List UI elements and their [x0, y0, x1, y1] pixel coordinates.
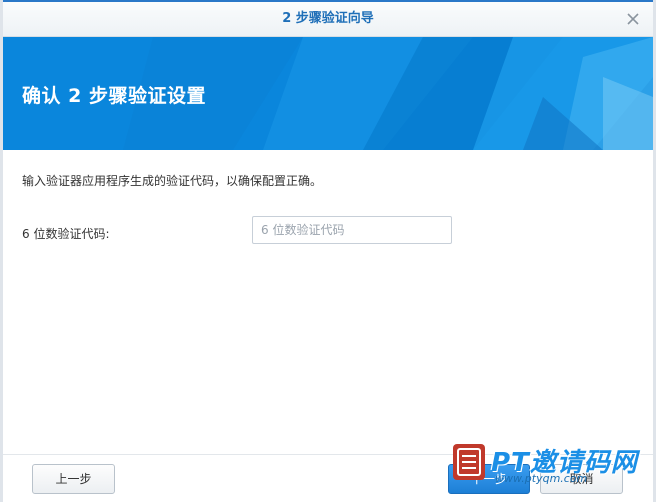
wizard-dialog: 2 步骤验证向导 确认 2 步骤验证设置 输入验证器应用程序生成的验证代码，以确… — [3, 2, 653, 500]
code-field-label: 6 位数验证代码: — [22, 227, 110, 241]
close-button[interactable] — [623, 9, 643, 29]
instruction-text: 输入验证器应用程序生成的验证代码，以确保配置正确。 — [22, 174, 323, 188]
close-icon — [627, 13, 639, 25]
next-button[interactable]: 下一步 — [448, 464, 530, 494]
cancel-button[interactable]: 取消 — [540, 464, 623, 494]
footer-divider — [3, 454, 653, 455]
dialog-titlebar: 2 步骤验证向导 — [3, 2, 653, 37]
banner-title: 确认 2 步骤验证设置 — [22, 85, 206, 107]
dialog-title: 2 步骤验证向导 — [282, 11, 374, 26]
previous-button[interactable]: 上一步 — [32, 464, 115, 494]
header-banner: 确认 2 步骤验证设置 — [3, 37, 653, 150]
verification-code-input[interactable] — [252, 216, 452, 244]
